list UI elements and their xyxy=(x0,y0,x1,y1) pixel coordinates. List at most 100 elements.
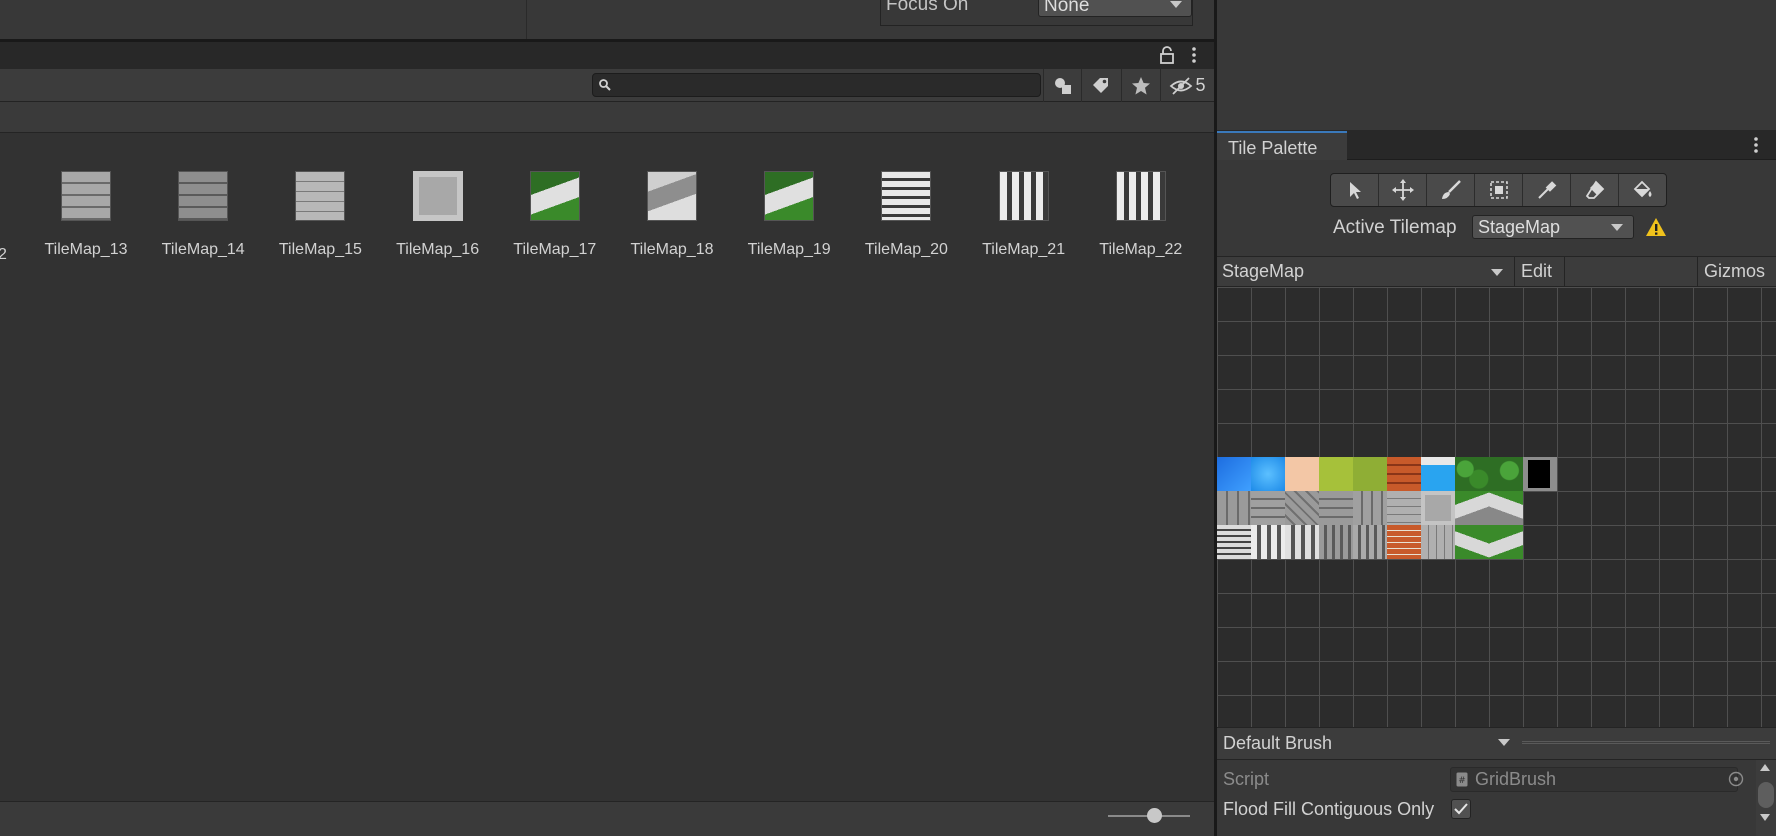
asset-item[interactable]: TileMap_20 xyxy=(847,168,965,259)
panel-divider xyxy=(0,39,1216,42)
search-by-label-button[interactable] xyxy=(1081,69,1119,102)
chevron-down-icon xyxy=(1498,739,1510,746)
mountain-tile[interactable] xyxy=(1455,491,1489,525)
script-label: Script xyxy=(1223,769,1270,789)
hidden-count: 5 xyxy=(1195,75,1206,95)
scrollbar-thumb[interactable] xyxy=(1758,782,1774,808)
asset-label: TileMap_18 xyxy=(630,241,714,258)
mountain-tile[interactable] xyxy=(1489,525,1523,559)
focus-on-dropdown[interactable]: None xyxy=(1038,0,1192,17)
asset-item[interactable]: TileMap_13 xyxy=(27,168,145,259)
eraser-tool-button[interactable] xyxy=(1571,174,1619,206)
water-tile[interactable] xyxy=(1251,457,1285,491)
chevron-down-icon xyxy=(1170,1,1182,8)
palette-dropdown[interactable]: StageMap xyxy=(1217,257,1515,286)
stone-tile[interactable] xyxy=(1319,491,1353,525)
mountain-tile[interactable] xyxy=(1489,491,1523,525)
asset-item[interactable]: TileMap_17 xyxy=(496,168,614,259)
asset-label: TileMap_16 xyxy=(396,241,480,258)
kebab-menu-icon[interactable] xyxy=(1751,136,1761,154)
tag-icon xyxy=(1092,77,1108,93)
asset-item[interactable]: TileMap_19 xyxy=(730,168,848,259)
lock-icon[interactable] xyxy=(1160,46,1176,64)
script-file-icon: # xyxy=(1456,772,1468,787)
fill-tool-button[interactable] xyxy=(1619,174,1666,206)
mountain-tile[interactable] xyxy=(1455,525,1489,559)
checkmark-icon xyxy=(1454,803,1468,815)
pillar-tile[interactable] xyxy=(1285,525,1319,559)
stone-tile[interactable] xyxy=(1217,491,1251,525)
pillar-tile[interactable] xyxy=(1353,525,1387,559)
svg-text:#: # xyxy=(1458,776,1466,786)
edit-palette-button[interactable]: Edit xyxy=(1515,257,1565,286)
asset-label: TileMap_13 xyxy=(44,241,128,258)
asset-item[interactable]: TileMap_18 xyxy=(613,168,731,259)
tab-tile-palette[interactable]: Tile Palette xyxy=(1217,131,1347,161)
picker-tool-button[interactable] xyxy=(1523,174,1571,206)
active-tilemap-dropdown[interactable]: StageMap xyxy=(1472,215,1634,239)
breadcrumb xyxy=(0,102,1214,133)
pillar-tile[interactable] xyxy=(1251,525,1285,559)
scroll-down-icon[interactable] xyxy=(1760,814,1770,821)
move-icon xyxy=(1391,179,1414,201)
box-fill-tool-button[interactable] xyxy=(1475,174,1523,206)
asset-item[interactable]: TileMap_21 xyxy=(965,168,1083,259)
grass-tile[interactable] xyxy=(1319,457,1353,491)
shore-tile[interactable] xyxy=(1421,457,1455,491)
move-tool-button[interactable] xyxy=(1379,174,1427,206)
grass-tile[interactable] xyxy=(1353,457,1387,491)
asset-label: TileMap_22 xyxy=(1099,241,1183,258)
asset-label: TileMap_21 xyxy=(982,241,1066,258)
asset-item[interactable]: TileMap_15 xyxy=(261,168,379,259)
asset-label: TileMap_19 xyxy=(747,241,831,258)
inspector-panel xyxy=(1217,0,1776,130)
stone-tile[interactable] xyxy=(1251,491,1285,525)
eye-hidden-icon xyxy=(1170,76,1193,95)
door-tile[interactable] xyxy=(1523,457,1557,491)
brush-dropdown[interactable]: Default Brush xyxy=(1223,733,1332,754)
asset-item[interactable]: TileMap_14 xyxy=(144,168,262,259)
brick-tile[interactable] xyxy=(1387,525,1421,559)
stone-wall-tile[interactable] xyxy=(1421,525,1455,559)
flood-fill-label: Flood Fill Contiguous Only xyxy=(1223,799,1435,819)
brick-tile[interactable] xyxy=(1387,457,1421,491)
palette-grid[interactable] xyxy=(1217,287,1776,727)
stone-frame-tile[interactable] xyxy=(1421,491,1455,525)
paint-brush-tool-button[interactable] xyxy=(1427,174,1475,206)
scroll-up-icon[interactable] xyxy=(1760,764,1770,771)
asset-label: TileMap_17 xyxy=(513,241,597,258)
forest-mountain-tile xyxy=(529,171,580,221)
asset-item[interactable]: TileMap_16 xyxy=(379,168,497,259)
stairs-tile[interactable] xyxy=(1217,525,1251,559)
object-picker-icon[interactable] xyxy=(1728,771,1744,787)
project-footer xyxy=(0,801,1214,836)
arrow-cursor-icon xyxy=(1349,182,1361,199)
forest-tile[interactable] xyxy=(1489,457,1523,491)
forest-tile[interactable] xyxy=(1455,457,1489,491)
search-input[interactable] xyxy=(592,73,1041,97)
shapes-icon xyxy=(1054,77,1071,94)
project-window-tabbar xyxy=(0,42,1214,69)
water-tile[interactable] xyxy=(1217,457,1251,491)
hidden-packages-button[interactable]: 5 xyxy=(1160,69,1214,102)
gizmos-toggle[interactable]: Gizmos xyxy=(1697,257,1776,286)
kebab-menu-icon[interactable] xyxy=(1189,46,1199,64)
focus-on-value: None xyxy=(1044,0,1090,16)
zoom-slider-thumb[interactable] xyxy=(1147,808,1162,823)
search-by-type-button[interactable] xyxy=(1043,69,1081,102)
asset-item[interactable]: TileMap_22 xyxy=(1082,168,1200,259)
sand-tile[interactable] xyxy=(1285,457,1319,491)
favorites-button[interactable] xyxy=(1121,69,1159,102)
asset-label: TileMap_14 xyxy=(161,241,245,258)
eyedropper-icon xyxy=(1537,181,1556,199)
script-field: GridBrush xyxy=(1450,767,1738,792)
stone-tile[interactable] xyxy=(1285,491,1319,525)
chevron-down-icon xyxy=(1491,269,1503,276)
splitter-handle[interactable] xyxy=(1522,741,1770,744)
flood-fill-checkbox[interactable] xyxy=(1451,799,1471,819)
select-tool-button[interactable] xyxy=(1331,174,1379,206)
pillar-tile[interactable] xyxy=(1319,525,1353,559)
stone-tile[interactable] xyxy=(1353,491,1387,525)
stone-wall-tile[interactable] xyxy=(1387,491,1421,525)
eraser-icon xyxy=(1585,180,1604,199)
